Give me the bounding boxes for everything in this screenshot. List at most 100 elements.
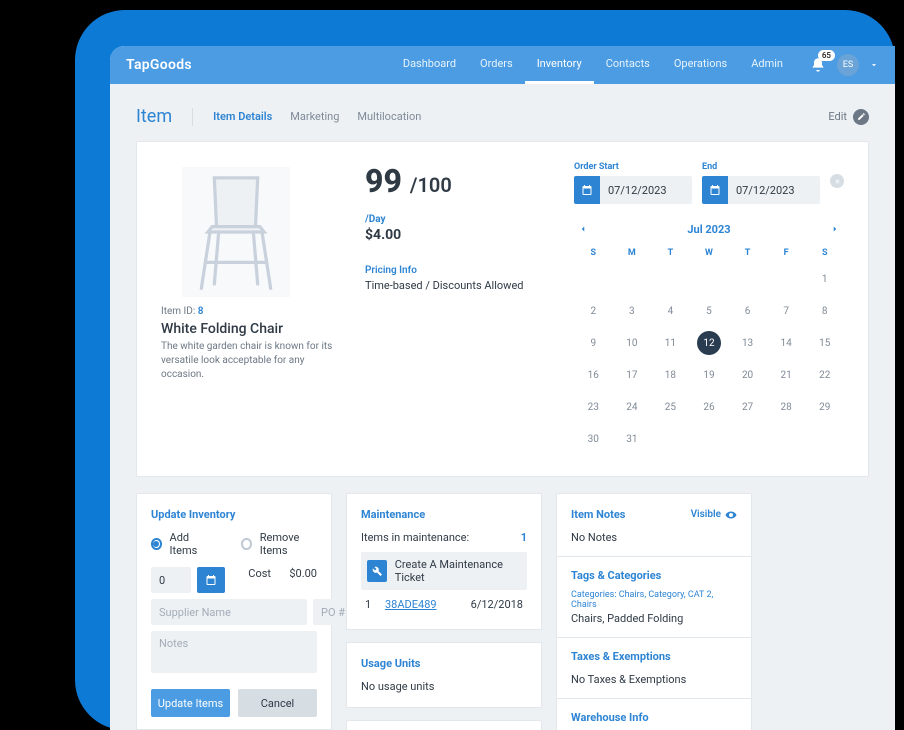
create-maintenance-button[interactable]: Create A Maintenance Ticket <box>361 552 527 590</box>
create-maintenance-label: Create A Maintenance Ticket <box>395 558 521 584</box>
calendar-day[interactable]: 4 <box>651 300 690 322</box>
add-items-label: Add Items <box>170 531 211 557</box>
edit-label: Edit <box>828 110 847 123</box>
order-end-input[interactable]: 07/12/2023 <box>702 176 820 204</box>
notifications-button[interactable]: 65 <box>809 56 827 74</box>
user-avatar[interactable]: ES <box>837 54 859 76</box>
calendar-month: Jul 2023 <box>687 223 730 236</box>
order-start-input[interactable]: 07/12/2023 <box>574 176 692 204</box>
calendar-day[interactable]: 5 <box>690 300 729 322</box>
calendar-day[interactable]: 27 <box>728 396 767 418</box>
item-name: White Folding Chair <box>161 321 341 337</box>
cost-value: $0.00 <box>277 567 317 593</box>
add-items-radio[interactable] <box>151 538 162 550</box>
visible-label: Visible <box>691 509 721 520</box>
taxes-title: Taxes & Exemptions <box>571 650 737 663</box>
page-title: Item <box>136 106 172 127</box>
calendar-icon <box>702 176 728 204</box>
date-picker-button[interactable] <box>197 567 225 593</box>
calendar-day[interactable]: 8 <box>805 300 844 322</box>
calendar-day[interactable]: 13 <box>728 332 767 354</box>
calendar-day[interactable]: 26 <box>690 396 729 418</box>
calendar-day[interactable]: 18 <box>651 364 690 386</box>
divider <box>192 108 193 126</box>
maintenance-row: 1 38ADE489 6/12/2018 <box>361 590 527 615</box>
calendar-day[interactable]: 2 <box>574 300 613 322</box>
calendar-next-button[interactable] <box>826 220 844 238</box>
tab-multilocation[interactable]: Multilocation <box>357 110 421 123</box>
calendar-day[interactable]: 12 <box>697 331 721 355</box>
calendar-icon <box>574 176 600 204</box>
calendar-day[interactable]: 19 <box>690 364 729 386</box>
maintenance-row-num: 1 <box>365 598 385 611</box>
calendar-day[interactable]: 15 <box>805 332 844 354</box>
top-nav: DashboardOrdersInventoryContactsOperatio… <box>391 46 795 84</box>
update-items-button[interactable]: Update Items <box>151 689 230 717</box>
supplier-input[interactable] <box>151 599 307 625</box>
remove-items-label: Remove Items <box>260 531 317 557</box>
tab-marketing[interactable]: Marketing <box>290 110 339 123</box>
item-notes-title: Item Notes <box>571 508 625 521</box>
maintenance-count: 1 <box>521 531 527 544</box>
calendar-day[interactable]: 6 <box>728 300 767 322</box>
quantity-input[interactable] <box>151 567 191 593</box>
calendar-day[interactable]: 10 <box>613 332 652 354</box>
eye-icon <box>725 509 737 521</box>
order-end-label: End <box>702 162 820 172</box>
order-start-value: 07/12/2023 <box>600 184 667 197</box>
order-start-label: Order Start <box>574 162 692 172</box>
nav-admin[interactable]: Admin <box>739 46 795 84</box>
calendar-dow: T <box>728 248 767 258</box>
calendar-day[interactable]: 21 <box>767 364 806 386</box>
calendar-day[interactable]: 24 <box>613 396 652 418</box>
nav-operations[interactable]: Operations <box>662 46 739 84</box>
clear-dates-button[interactable] <box>830 174 844 188</box>
calendar-day[interactable]: 25 <box>651 396 690 418</box>
item-notes-value: No Notes <box>571 531 737 544</box>
calendar-day[interactable]: 7 <box>767 300 806 322</box>
calendar-dow: M <box>613 248 652 258</box>
nav-inventory[interactable]: Inventory <box>525 46 594 84</box>
cancel-button[interactable]: Cancel <box>238 689 317 717</box>
close-icon <box>834 178 841 185</box>
calendar-day[interactable]: 30 <box>574 428 613 450</box>
stock-count: 99 /100 <box>365 162 550 200</box>
item-image <box>161 162 311 302</box>
warehouse-title: Warehouse Info <box>571 711 737 724</box>
notes-input[interactable] <box>151 631 317 673</box>
cost-label: Cost <box>248 567 271 593</box>
calendar-day[interactable]: 17 <box>613 364 652 386</box>
order-end-value: 07/12/2023 <box>728 184 795 197</box>
calendar-day[interactable]: 23 <box>574 396 613 418</box>
nav-contacts[interactable]: Contacts <box>594 46 662 84</box>
calendar-day[interactable]: 16 <box>574 364 613 386</box>
calendar-prev-button[interactable] <box>574 220 592 238</box>
calendar-day[interactable]: 29 <box>805 396 844 418</box>
calendar-day[interactable]: 20 <box>728 364 767 386</box>
edit-button[interactable]: Edit <box>828 109 869 125</box>
nav-orders[interactable]: Orders <box>468 46 525 84</box>
usage-units-title: Usage Units <box>361 657 527 670</box>
taxes-value: No Taxes & Exemptions <box>571 673 737 686</box>
calendar-day[interactable]: 11 <box>651 332 690 354</box>
calendar-day[interactable]: 31 <box>613 428 652 450</box>
item-price: $4.00 <box>365 227 550 243</box>
calendar-dow: S <box>574 248 613 258</box>
tags-title: Tags & Categories <box>571 569 737 582</box>
tab-item-details[interactable]: Item Details <box>213 110 272 123</box>
user-menu-chevron-icon[interactable] <box>869 60 879 70</box>
maintenance-ticket-link[interactable]: 38ADE489 <box>385 598 437 611</box>
notes-visibility-toggle[interactable]: Visible <box>691 509 737 521</box>
remove-items-radio[interactable] <box>241 538 252 550</box>
calendar-day[interactable]: 14 <box>767 332 806 354</box>
nav-dashboard[interactable]: Dashboard <box>391 46 468 84</box>
calendar-dow: W <box>690 248 729 258</box>
calendar-day[interactable]: 22 <box>805 364 844 386</box>
calendar-day[interactable]: 28 <box>767 396 806 418</box>
maintenance-items-label: Items in maintenance: <box>361 531 469 544</box>
calendar-day[interactable]: 3 <box>613 300 652 322</box>
calendar-day[interactable]: 1 <box>805 268 844 290</box>
update-inventory-title: Update Inventory <box>151 508 317 521</box>
pricing-info-label: Pricing Info <box>365 265 550 276</box>
calendar-day[interactable]: 9 <box>574 332 613 354</box>
